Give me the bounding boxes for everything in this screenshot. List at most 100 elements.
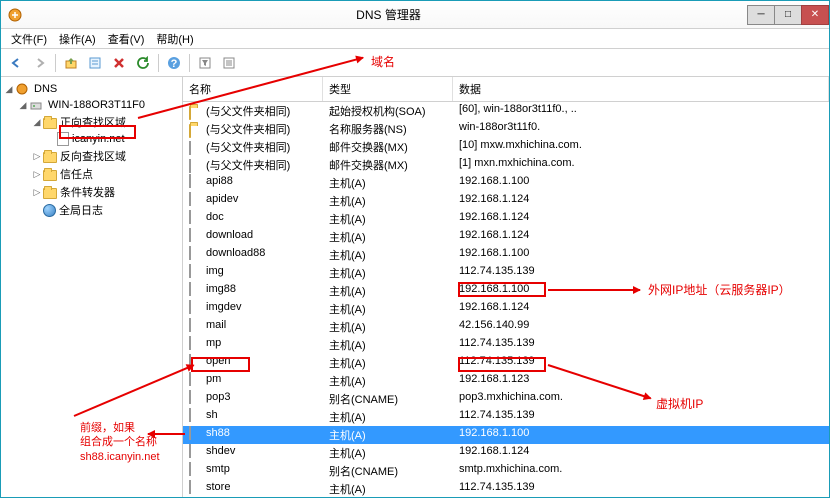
- page-icon: [189, 391, 203, 403]
- page-icon: [189, 481, 203, 493]
- tb-help[interactable]: ?: [163, 52, 185, 74]
- tree-trust-label: 信任点: [60, 166, 93, 182]
- record-name: shdev: [206, 445, 235, 457]
- record-row[interactable]: (与父文件夹相同)起始授权机构(SOA)[60], win-188or3t11f…: [183, 102, 829, 120]
- content-area: ◢DNS ◢WIN-188OR3T11F0 ◢正向查找区域 icanyin.ne…: [1, 77, 829, 497]
- window-title: DNS 管理器: [29, 6, 748, 23]
- record-name: sh88: [206, 427, 230, 439]
- record-data: 192.168.1.124: [453, 444, 829, 462]
- tree-reverse-zones[interactable]: ▷反向查找区域: [3, 147, 180, 165]
- record-row[interactable]: pm主机(A)192.168.1.123: [183, 372, 829, 390]
- folder-icon: [43, 188, 57, 199]
- tb-forward[interactable]: [29, 52, 51, 74]
- record-list[interactable]: 名称 类型 数据 (与父文件夹相同)起始授权机构(SOA)[60], win-1…: [183, 77, 829, 497]
- record-row[interactable]: mail主机(A)42.156.140.99: [183, 318, 829, 336]
- record-row[interactable]: shdev 主机(A)192.168.1.124: [183, 444, 829, 462]
- page-icon: [189, 463, 203, 475]
- folder-icon: [43, 152, 57, 163]
- record-data: 42.156.140.99: [453, 318, 829, 336]
- record-type: 别名(CNAME): [323, 390, 453, 408]
- record-data: 112.74.135.139: [453, 264, 829, 282]
- record-name: sh: [206, 409, 218, 421]
- record-name: mp: [206, 337, 221, 349]
- record-row[interactable]: doc主机(A)192.168.1.124: [183, 210, 829, 228]
- tree-fwd-label: 正向查找区域: [60, 114, 126, 130]
- tree-log[interactable]: 全局日志: [3, 201, 180, 219]
- record-row[interactable]: open主机(A)112.74.135.139: [183, 354, 829, 372]
- list-header: 名称 类型 数据: [183, 77, 829, 102]
- tb-refresh[interactable]: [132, 52, 154, 74]
- record-row[interactable]: api88主机(A)192.168.1.100: [183, 174, 829, 192]
- record-row[interactable]: sh88主机(A)192.168.1.100: [183, 426, 829, 444]
- col-type[interactable]: 类型: [323, 77, 453, 101]
- page-icon: [189, 247, 203, 259]
- record-data: 192.168.1.100: [453, 174, 829, 192]
- record-row[interactable]: mp主机(A)112.74.135.139: [183, 336, 829, 354]
- record-name: smtp: [206, 463, 230, 475]
- tree-trust[interactable]: ▷信任点: [3, 165, 180, 183]
- app-icon: [7, 7, 23, 23]
- folder-icon: [43, 170, 57, 181]
- tree-forward-zones[interactable]: ◢正向查找区域: [3, 113, 180, 131]
- menu-file[interactable]: 文件(F): [5, 29, 53, 49]
- tb-back[interactable]: [5, 52, 27, 74]
- close-button[interactable]: ✕: [801, 5, 829, 25]
- tree-conditional[interactable]: ▷条件转发器: [3, 183, 180, 201]
- tree-root-dns[interactable]: ◢DNS: [3, 81, 180, 97]
- record-row[interactable]: apidev主机(A)192.168.1.124: [183, 192, 829, 210]
- toolbar: ?: [1, 49, 829, 77]
- dns-manager-window: DNS 管理器 ─ □ ✕ 文件(F) 操作(A) 查看(V) 帮助(H) ? …: [0, 0, 830, 498]
- tb-filter[interactable]: [194, 52, 216, 74]
- maximize-button[interactable]: □: [774, 5, 802, 25]
- minimize-button[interactable]: ─: [747, 5, 775, 25]
- record-name: pop3: [206, 391, 230, 403]
- menu-view[interactable]: 查看(V): [102, 29, 151, 49]
- tb-delete[interactable]: [108, 52, 130, 74]
- record-data: 192.168.1.100: [453, 426, 829, 444]
- record-data: pop3.mxhichina.com.: [453, 390, 829, 408]
- record-name: download: [206, 229, 253, 241]
- record-type: 主机(A): [323, 354, 453, 372]
- record-row[interactable]: pop3 别名(CNAME)pop3.mxhichina.com.: [183, 390, 829, 408]
- col-data[interactable]: 数据: [453, 77, 829, 101]
- record-row[interactable]: img88主机(A)192.168.1.100: [183, 282, 829, 300]
- record-data: 192.168.1.124: [453, 300, 829, 318]
- page-icon: [189, 373, 203, 385]
- tree-domain[interactable]: icanyin.net: [3, 131, 180, 147]
- tb-list[interactable]: [218, 52, 240, 74]
- tree-log-label: 全局日志: [59, 202, 103, 218]
- record-row[interactable]: download主机(A)192.168.1.124: [183, 228, 829, 246]
- menu-help[interactable]: 帮助(H): [150, 29, 199, 49]
- menu-action[interactable]: 操作(A): [53, 29, 102, 49]
- record-type: 邮件交换器(MX): [323, 156, 453, 174]
- record-row[interactable]: (与父文件夹相同)名称服务器(NS)win-188or3t11f0.: [183, 120, 829, 138]
- record-row[interactable]: smtp别名(CNAME)smtp.mxhichina.com.: [183, 462, 829, 480]
- record-type: 主机(A): [323, 372, 453, 390]
- record-row[interactable]: (与父文件夹相同)邮件交换器(MX)[1] mxn.mxhichina.com.: [183, 156, 829, 174]
- record-row[interactable]: imgdev主机(A)192.168.1.124: [183, 300, 829, 318]
- page-icon: [189, 409, 203, 421]
- record-data: 192.168.1.100: [453, 246, 829, 264]
- page-icon: [189, 175, 203, 187]
- titlebar: DNS 管理器 ─ □ ✕: [1, 1, 829, 29]
- tree-panel[interactable]: ◢DNS ◢WIN-188OR3T11F0 ◢正向查找区域 icanyin.ne…: [1, 77, 183, 497]
- page-icon: [189, 265, 203, 277]
- tb-props[interactable]: [84, 52, 106, 74]
- record-row[interactable]: download88主机(A)192.168.1.100: [183, 246, 829, 264]
- record-row[interactable]: sh主机(A)112.74.135.139: [183, 408, 829, 426]
- col-name[interactable]: 名称: [183, 77, 323, 101]
- tree-server-label: WIN-188OR3T11F0: [48, 99, 145, 111]
- record-row[interactable]: (与父文件夹相同)邮件交换器(MX)[10] mxw.mxhichina.com…: [183, 138, 829, 156]
- tb-up[interactable]: [60, 52, 82, 74]
- page-icon: [189, 301, 203, 313]
- record-row[interactable]: store主机(A)112.74.135.139: [183, 480, 829, 497]
- record-type: 主机(A): [323, 444, 453, 462]
- tree-server[interactable]: ◢WIN-188OR3T11F0: [3, 97, 180, 113]
- menubar: 文件(F) 操作(A) 查看(V) 帮助(H): [1, 29, 829, 49]
- record-data: win-188or3t11f0.: [453, 120, 829, 138]
- record-name: pm: [206, 373, 221, 385]
- tree-root-label: DNS: [34, 83, 57, 95]
- folder-icon: [189, 106, 203, 118]
- record-row[interactable]: img主机(A)112.74.135.139: [183, 264, 829, 282]
- record-type: 主机(A): [323, 174, 453, 192]
